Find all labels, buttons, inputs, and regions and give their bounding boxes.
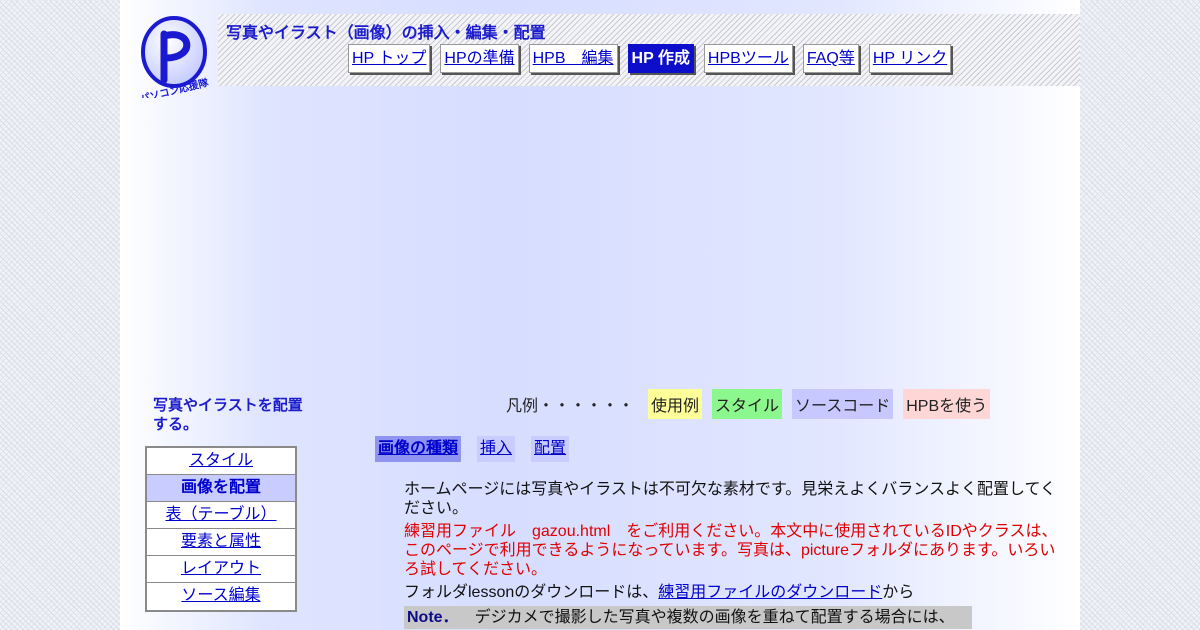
legend-chip-source-code: ソースコード — [792, 389, 894, 419]
sidebar-item-table[interactable]: 表（テーブル） — [147, 502, 295, 529]
legend-chip-example: 使用例 — [648, 389, 703, 419]
page-container: パソコン応援隊 写真やイラスト（画像）の挿入・編集・配置 HP トップ HPの準… — [120, 0, 1080, 630]
tab-placement[interactable]: 配置 — [531, 436, 570, 462]
legend-label: 凡例・・・・・・ — [506, 398, 635, 415]
site-title: 写真やイラスト（画像）の挿入・編集・配置 — [226, 23, 546, 42]
top-nav: HP トップ HPの準備 HPB 編集 HP 作成 HPBツール FAQ等 HP… — [348, 44, 952, 73]
nav-hp-create[interactable]: HP 作成 — [627, 44, 694, 73]
sidebar-heading: 写真やイラストを配置する。 — [153, 396, 303, 433]
sidebar-item-source-edit[interactable]: ソース編集 — [147, 583, 295, 610]
legend: 凡例・・・・・・ 使用例 スタイル ソースコード HPBを使う — [506, 389, 1000, 419]
sidebar-item-image-placement[interactable]: 画像を配置 — [147, 475, 295, 502]
nav-faq[interactable]: FAQ等 — [802, 44, 859, 73]
practice-file-text: 練習用ファイル gazou.html をご利用ください。本文中に使用されているI… — [404, 523, 1058, 578]
legend-chip-style: スタイル — [712, 389, 783, 419]
note-text: デジカメで撮影した写真や複数の画像を重ねて配置する場合には、 — [474, 609, 955, 626]
tab-insert[interactable]: 挿入 — [477, 436, 516, 462]
download-line: フォルダlessonのダウンロードは、練習用ファイルのダウンロードから — [404, 583, 1064, 602]
nav-hpb-edit[interactable]: HPB 編集 — [528, 44, 618, 73]
sidebar-item-elements-attributes[interactable]: 要素と属性 — [147, 529, 295, 556]
section-tabs: 画像の種類 挿入 配置 — [375, 436, 570, 462]
legend-chip-hpb: HPBを使う — [903, 389, 991, 419]
note-label: Note． — [407, 609, 459, 626]
nav-hpb-tools[interactable]: HPBツール — [703, 44, 793, 73]
site-logo[interactable]: パソコン応援隊 — [134, 14, 214, 105]
note-box: Note． デジカメで撮影した写真や複数の画像を重ねて配置する場合には、 — [404, 606, 972, 629]
intro-text: ホームページには写真やイラストは不可欠な素材です。見栄えよくバランスよく配置して… — [404, 481, 1057, 517]
sidebar-menu: スタイル 画像を配置 表（テーブル） 要素と属性 レイアウト ソース編集 — [145, 446, 297, 612]
nav-preparation[interactable]: HPの準備 — [440, 44, 519, 73]
tab-image-types[interactable]: 画像の種類 — [375, 436, 462, 462]
download-suffix: から — [882, 584, 915, 601]
download-prefix: フォルダlessonのダウンロードは、 — [404, 584, 659, 601]
sidebar-item-layout[interactable]: レイアウト — [147, 556, 295, 583]
sidebar-item-style[interactable]: スタイル — [147, 448, 295, 475]
nav-links[interactable]: HP リンク — [868, 44, 952, 73]
nav-home[interactable]: HP トップ — [348, 44, 431, 73]
main-content: ホームページには写真やイラストは不可欠な素材です。見栄えよくバランスよく配置して… — [404, 480, 1064, 629]
download-link[interactable]: 練習用ファイルのダウンロード — [658, 584, 882, 601]
